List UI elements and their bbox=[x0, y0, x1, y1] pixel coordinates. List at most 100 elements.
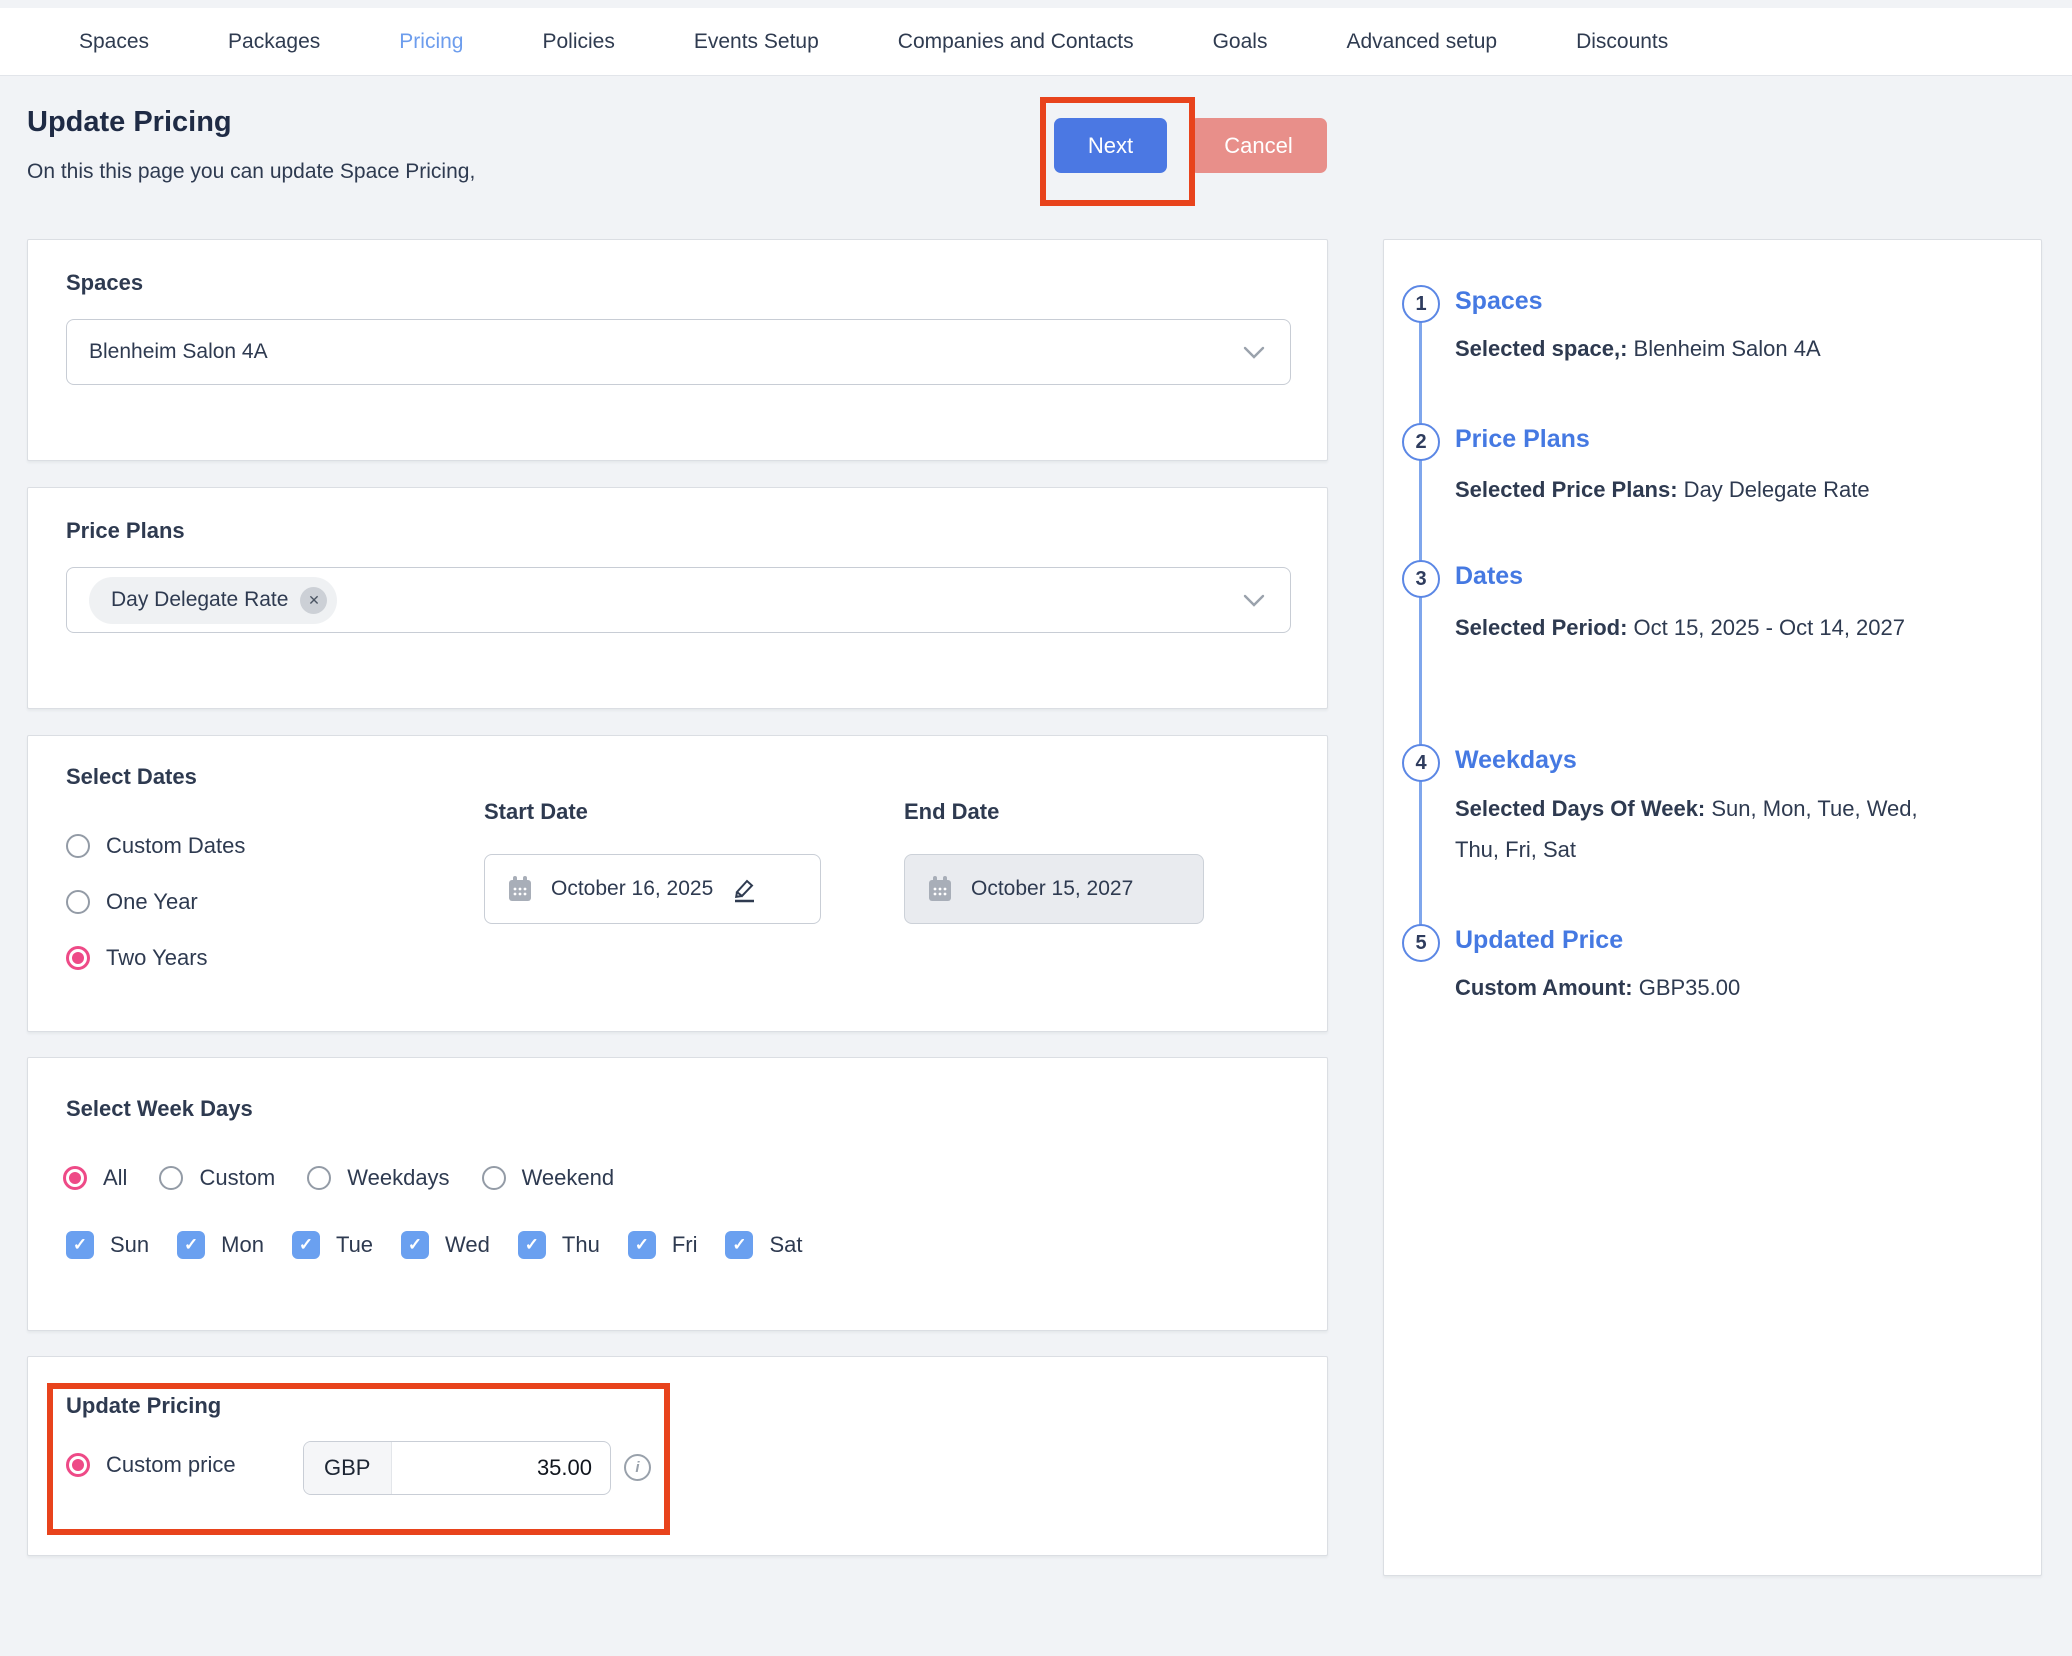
checkbox-icon[interactable] bbox=[628, 1231, 656, 1259]
step-desc-value: Day Delegate Rate bbox=[1678, 477, 1870, 502]
radio-option-two-years[interactable]: Two Years bbox=[66, 943, 245, 973]
step-desc-label: Selected space,: bbox=[1455, 336, 1627, 361]
nav-item-events-setup[interactable]: Events Setup bbox=[694, 30, 819, 54]
checkbox-label: Tue bbox=[336, 1232, 373, 1258]
step-number-1: 1 bbox=[1402, 285, 1440, 323]
radio-option-custom[interactable]: Custom bbox=[159, 1163, 275, 1193]
update-pricing-card: Update Pricing Custom price GBP 35.00 i bbox=[27, 1356, 1328, 1556]
radio-icon[interactable] bbox=[159, 1166, 183, 1190]
radio-option-weekend[interactable]: Weekend bbox=[482, 1163, 615, 1193]
custom-price-radio-icon[interactable] bbox=[66, 1453, 90, 1477]
nav-item-packages[interactable]: Packages bbox=[228, 30, 320, 54]
radio-icon[interactable] bbox=[66, 834, 90, 858]
end-date-label: End Date bbox=[904, 799, 999, 825]
weekday-checkbox-sat[interactable]: Sat bbox=[725, 1230, 802, 1260]
weekday-checkbox-thu[interactable]: Thu bbox=[518, 1230, 600, 1260]
nav-item-spaces[interactable]: Spaces bbox=[79, 30, 149, 54]
step-description: Selected space,: Blenheim Salon 4A bbox=[1455, 328, 1935, 369]
radio-label: Custom Dates bbox=[106, 833, 245, 859]
weekday-checkbox-sun[interactable]: Sun bbox=[66, 1230, 149, 1260]
step-number-5: 5 bbox=[1402, 924, 1440, 962]
radio-option-one-year[interactable]: One Year bbox=[66, 887, 245, 917]
nav-item-pricing[interactable]: Pricing bbox=[399, 30, 463, 54]
select-dates-card-label: Select Dates bbox=[66, 764, 197, 790]
custom-price-option[interactable]: Custom price bbox=[66, 1452, 236, 1478]
checkbox-icon[interactable] bbox=[66, 1231, 94, 1259]
radio-option-weekdays[interactable]: Weekdays bbox=[307, 1163, 449, 1193]
calendar-icon bbox=[507, 875, 533, 903]
step-title-weekdays[interactable]: Weekdays bbox=[1455, 746, 1577, 775]
amount-value[interactable]: 35.00 bbox=[392, 1442, 610, 1494]
dates-radio-group: Custom Dates One Year Two Years bbox=[66, 831, 245, 973]
start-date-field[interactable]: October 16, 2025 bbox=[484, 854, 821, 924]
step-desc-label: Selected Days Of Week: bbox=[1455, 796, 1705, 821]
weekday-checkbox-fri[interactable]: Fri bbox=[628, 1230, 698, 1260]
checkbox-icon[interactable] bbox=[292, 1231, 320, 1259]
price-plans-pill-wrap: Day Delegate Rate ✕ bbox=[89, 577, 1243, 624]
checkbox-icon[interactable] bbox=[725, 1231, 753, 1259]
week-days-radio-group: All Custom Weekdays Weekend bbox=[63, 1163, 614, 1193]
chevron-down-icon bbox=[1243, 594, 1265, 607]
step-title-price-plans[interactable]: Price Plans bbox=[1455, 425, 1590, 454]
spaces-card-label: Spaces bbox=[66, 270, 143, 296]
start-date-value: October 16, 2025 bbox=[551, 877, 713, 901]
price-plan-tag: Day Delegate Rate ✕ bbox=[89, 577, 337, 624]
custom-price-input[interactable]: GBP 35.00 bbox=[303, 1441, 611, 1495]
summary-sidebar: 1 Spaces Selected space,: Blenheim Salon 4… bbox=[1383, 239, 2042, 1576]
custom-price-label: Custom price bbox=[106, 1452, 236, 1478]
nav-item-policies[interactable]: Policies bbox=[542, 30, 614, 54]
radio-icon[interactable] bbox=[66, 890, 90, 914]
checkbox-label: Fri bbox=[672, 1232, 698, 1258]
checkbox-icon[interactable] bbox=[518, 1231, 546, 1259]
next-button[interactable]: Next bbox=[1054, 118, 1167, 173]
radio-icon[interactable] bbox=[307, 1166, 331, 1190]
edit-pencil-icon[interactable] bbox=[731, 875, 759, 903]
end-date-value: October 15, 2027 bbox=[971, 877, 1133, 901]
step-number-2: 2 bbox=[1402, 423, 1440, 461]
radio-label: All bbox=[103, 1165, 127, 1191]
info-icon[interactable]: i bbox=[624, 1454, 651, 1481]
spaces-select[interactable]: Blenheim Salon 4A bbox=[66, 319, 1291, 385]
step-description: Custom Amount: GBP35.00 bbox=[1455, 967, 1935, 1008]
radio-label: Custom bbox=[199, 1165, 275, 1191]
step-title-spaces[interactable]: Spaces bbox=[1455, 287, 1543, 316]
step-number-3: 3 bbox=[1402, 560, 1440, 598]
update-pricing-page: Spaces Packages Pricing Policies Events Setu… bbox=[0, 0, 2072, 1656]
nav-item-goals[interactable]: Goals bbox=[1213, 30, 1268, 54]
step-desc-value: Oct 15, 2025 - Oct 14, 2027 bbox=[1627, 615, 1905, 640]
radio-label: One Year bbox=[106, 889, 198, 915]
chevron-down-icon bbox=[1243, 346, 1265, 359]
end-date-field: October 15, 2027 bbox=[904, 854, 1204, 924]
step-description: Selected Period: Oct 15, 2025 - Oct 14, … bbox=[1455, 607, 1935, 648]
radio-option-custom-dates[interactable]: Custom Dates bbox=[66, 831, 245, 861]
nav-item-advanced-setup[interactable]: Advanced setup bbox=[1346, 30, 1497, 54]
remove-tag-icon[interactable]: ✕ bbox=[300, 587, 327, 614]
step-title-dates[interactable]: Dates bbox=[1455, 562, 1523, 591]
radio-icon[interactable] bbox=[63, 1166, 87, 1190]
checkbox-label: Thu bbox=[562, 1232, 600, 1258]
select-week-days-card-label: Select Week Days bbox=[66, 1096, 253, 1122]
step-desc-value: GBP35.00 bbox=[1633, 975, 1741, 1000]
checkbox-icon[interactable] bbox=[177, 1231, 205, 1259]
page-subtitle: On this this page you can update Space P… bbox=[27, 160, 475, 184]
cancel-button[interactable]: Cancel bbox=[1190, 118, 1327, 173]
step-title-updated-price[interactable]: Updated Price bbox=[1455, 926, 1623, 955]
weekday-checkbox-mon[interactable]: Mon bbox=[177, 1230, 264, 1260]
weekday-checkbox-wed[interactable]: Wed bbox=[401, 1230, 490, 1260]
top-navigation: Spaces Packages Pricing Policies Events Setu… bbox=[0, 8, 2072, 76]
step-desc-value: Blenheim Salon 4A bbox=[1627, 336, 1820, 361]
radio-icon[interactable] bbox=[66, 946, 90, 970]
radio-icon[interactable] bbox=[482, 1166, 506, 1190]
radio-option-all[interactable]: All bbox=[63, 1163, 127, 1193]
weekday-checkbox-tue[interactable]: Tue bbox=[292, 1230, 373, 1260]
checkbox-icon[interactable] bbox=[401, 1231, 429, 1259]
nav-item-discounts[interactable]: Discounts bbox=[1576, 30, 1668, 54]
radio-label: Weekdays bbox=[347, 1165, 449, 1191]
select-week-days-card: Select Week Days All Custom Weekdays Weeken… bbox=[27, 1057, 1328, 1331]
step-connector-line bbox=[1419, 304, 1422, 944]
price-plans-select[interactable]: Day Delegate Rate ✕ bbox=[66, 567, 1291, 633]
price-plans-card: Price Plans Day Delegate Rate ✕ bbox=[27, 487, 1328, 709]
update-pricing-card-label: Update Pricing bbox=[66, 1393, 221, 1419]
step-description: Selected Days Of Week: Sun, Mon, Tue, We… bbox=[1455, 788, 1935, 870]
nav-item-companies-and-contacts[interactable]: Companies and Contacts bbox=[898, 30, 1134, 54]
